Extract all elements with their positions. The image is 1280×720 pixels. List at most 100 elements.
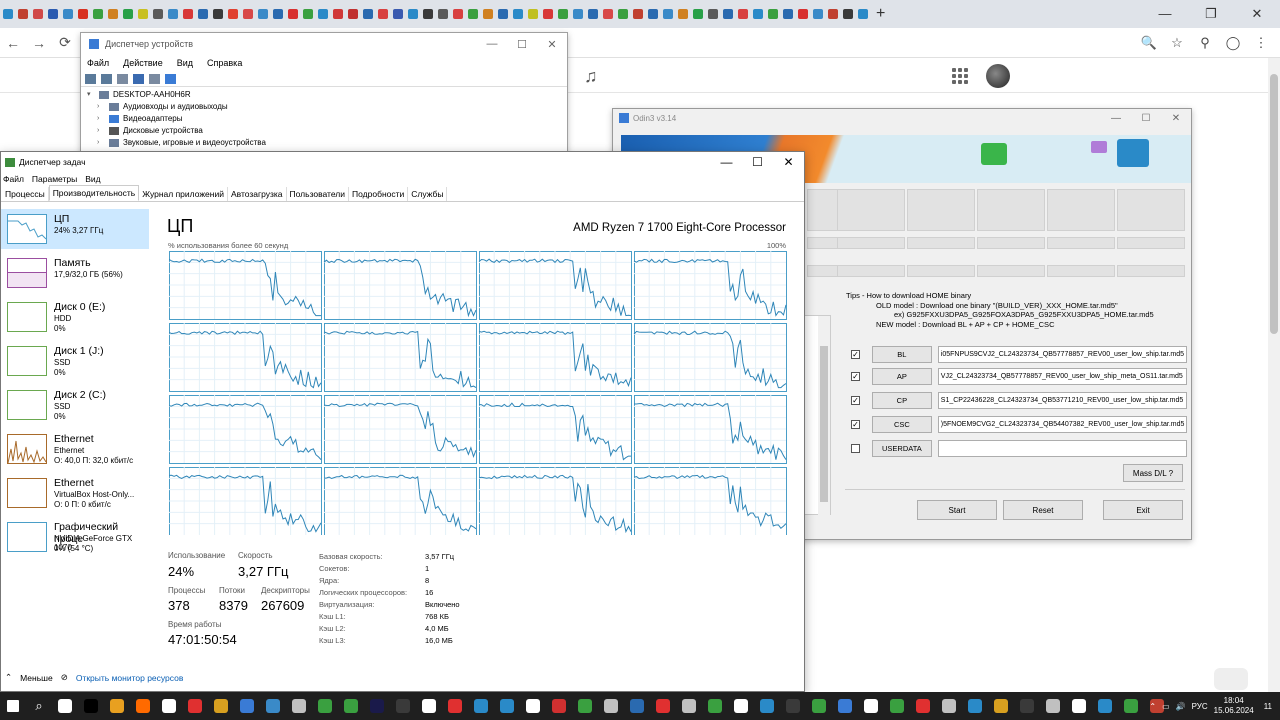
browser-tab[interactable]: [558, 9, 568, 19]
browser-tab[interactable]: [828, 9, 838, 19]
taskbar-app-icon[interactable]: [859, 697, 883, 715]
browser-tab[interactable]: [168, 9, 178, 19]
devmgr-menu-action[interactable]: Действие: [123, 58, 163, 68]
sidebar-item-gpu[interactable]: Графический проце NVIDIA GeForce GTX 107…: [1, 517, 149, 557]
browser-tab[interactable]: [48, 9, 58, 19]
taskbar-app-icon[interactable]: [755, 697, 779, 715]
tm-menu-view[interactable]: Вид: [85, 174, 100, 184]
log-scrollbar[interactable]: [818, 316, 830, 516]
browser-tab[interactable]: [183, 9, 193, 19]
browser-tab[interactable]: [333, 9, 343, 19]
tree-node-disk-drives[interactable]: › Дисковые устройства: [87, 125, 567, 137]
taskbar-app-icon[interactable]: [729, 697, 753, 715]
bl-button[interactable]: BL: [871, 345, 932, 363]
browser-tab[interactable]: [573, 9, 583, 19]
browser-tab[interactable]: [153, 9, 163, 19]
taskbar-app-icon[interactable]: [261, 697, 285, 715]
browser-tab[interactable]: [33, 9, 43, 19]
tab-services[interactable]: Службы: [408, 187, 448, 201]
bl-path-field[interactable]: i05FNPUS9CVJ2_CL24323734_QB57778857_REV0…: [937, 345, 1187, 363]
cp-button[interactable]: CP: [871, 391, 932, 409]
userdata-button[interactable]: USERDATA: [871, 439, 932, 457]
network-icon[interactable]: ▭: [1162, 702, 1170, 711]
tree-node-video-adapters[interactable]: › Видеоадаптеры: [87, 113, 567, 125]
fewer-details-icon[interactable]: ⌃: [5, 672, 12, 683]
collapse-icon[interactable]: ▾: [87, 89, 99, 101]
odin-maximize-button[interactable]: ☐: [1131, 113, 1161, 124]
browser-tab[interactable]: [603, 9, 613, 19]
browser-tab[interactable]: [513, 9, 523, 19]
taskbar-app-icon[interactable]: [885, 697, 909, 715]
browser-tab[interactable]: [123, 9, 133, 19]
extension-icon[interactable]: ⚲: [1194, 35, 1216, 51]
language-indicator[interactable]: РУС: [1192, 702, 1208, 711]
exit-button[interactable]: Exit: [1103, 500, 1183, 520]
help-icon[interactable]: [133, 73, 144, 84]
bookmark-star-icon[interactable]: ☆: [1166, 35, 1188, 51]
devmgr-menu-help[interactable]: Справка: [207, 58, 242, 68]
tab-details[interactable]: Подробности: [349, 187, 409, 201]
taskbar-app-icon[interactable]: [651, 697, 675, 715]
browser-tab[interactable]: [93, 9, 103, 19]
taskbar-app-icon[interactable]: [937, 697, 961, 715]
taskbar-app-icon[interactable]: [235, 697, 259, 715]
csc-button[interactable]: CSC: [871, 415, 932, 433]
browser-tab[interactable]: [753, 9, 763, 19]
reset-button[interactable]: Reset: [1003, 500, 1083, 520]
notifications-badge[interactable]: 11: [1264, 702, 1272, 711]
csc-checkbox[interactable]: ✓: [851, 419, 860, 429]
taskbar-app-icon[interactable]: [53, 697, 77, 715]
taskbar-app-icon[interactable]: [391, 697, 415, 715]
taskbar-app-icon[interactable]: [625, 697, 649, 715]
sidebar-item-cpu[interactable]: ЦП 24% 3,27 ГГц: [1, 209, 149, 249]
expand-icon[interactable]: ›: [97, 113, 109, 125]
tm-minimize-button[interactable]: —: [711, 155, 742, 169]
devmgr-close-button[interactable]: ✕: [537, 38, 567, 51]
browser-tab[interactable]: [738, 9, 748, 19]
tree-node-computer[interactable]: ▾ DESKTOP-AAH0H6R: [87, 89, 567, 101]
tree-node-sound-devices[interactable]: › Звуковые, игровые и видеоустройства: [87, 137, 567, 149]
sidebar-item-ethernet[interactable]: Ethernet Ethernet О: 40,0 П: 32,0 кбит/с: [1, 429, 149, 469]
properties-icon[interactable]: [117, 73, 128, 84]
browser-tab[interactable]: [408, 9, 418, 19]
volume-icon[interactable]: 🔊: [1176, 702, 1186, 711]
taskbar-app-icon[interactable]: [521, 697, 545, 715]
back-arrow-icon[interactable]: [85, 73, 96, 84]
forward-arrow-icon[interactable]: [101, 73, 112, 84]
browser-tab[interactable]: [303, 9, 313, 19]
taskbar-app-icon[interactable]: [209, 697, 233, 715]
browser-tab[interactable]: [3, 9, 13, 19]
taskbar-app-icon[interactable]: [443, 697, 467, 715]
taskbar-app-icon[interactable]: [599, 697, 623, 715]
clock[interactable]: 18:04 15.06.2024: [1214, 696, 1254, 716]
browser-tab[interactable]: [378, 9, 388, 19]
taskbar-app-icon[interactable]: [703, 697, 727, 715]
sidebar-item-memory[interactable]: Память 17,9/32,0 ГБ (56%): [1, 253, 149, 293]
browser-tab[interactable]: [78, 9, 88, 19]
fewer-details-button[interactable]: Меньше: [20, 673, 53, 683]
taskbar-app-icon[interactable]: [911, 697, 935, 715]
taskbar-app-icon[interactable]: [1093, 697, 1117, 715]
browser-tab[interactable]: [723, 9, 733, 19]
page-scrollbar[interactable]: [1268, 58, 1280, 692]
devmgr-maximize-button[interactable]: ☐: [507, 38, 537, 51]
tree-node-audio-io[interactable]: › Аудиовходы и аудиовыходы: [87, 101, 567, 113]
browser-maximize-button[interactable]: ❐: [1188, 0, 1234, 28]
taskbar-app-icon[interactable]: [287, 697, 311, 715]
taskbar-app-icon[interactable]: [313, 697, 337, 715]
devmgr-minimize-button[interactable]: —: [477, 38, 507, 51]
tab-users[interactable]: Пользователи: [287, 187, 350, 201]
browser-tab[interactable]: [498, 9, 508, 19]
browser-tab[interactable]: [318, 9, 328, 19]
browser-tab[interactable]: [18, 9, 28, 19]
browser-tab[interactable]: [198, 9, 208, 19]
ap-checkbox[interactable]: ✓: [851, 371, 860, 381]
userdata-checkbox[interactable]: [851, 443, 860, 453]
devmgr-menu-file[interactable]: Файл: [87, 58, 109, 68]
browser-tab[interactable]: [468, 9, 478, 19]
sidebar-item-disk0[interactable]: Диск 0 (E:) HDD 0%: [1, 297, 149, 337]
taskbar-app-icon[interactable]: [495, 697, 519, 715]
taskbar-app-icon[interactable]: [677, 697, 701, 715]
taskbar-app-icon[interactable]: [417, 697, 441, 715]
browser-tab[interactable]: [438, 9, 448, 19]
